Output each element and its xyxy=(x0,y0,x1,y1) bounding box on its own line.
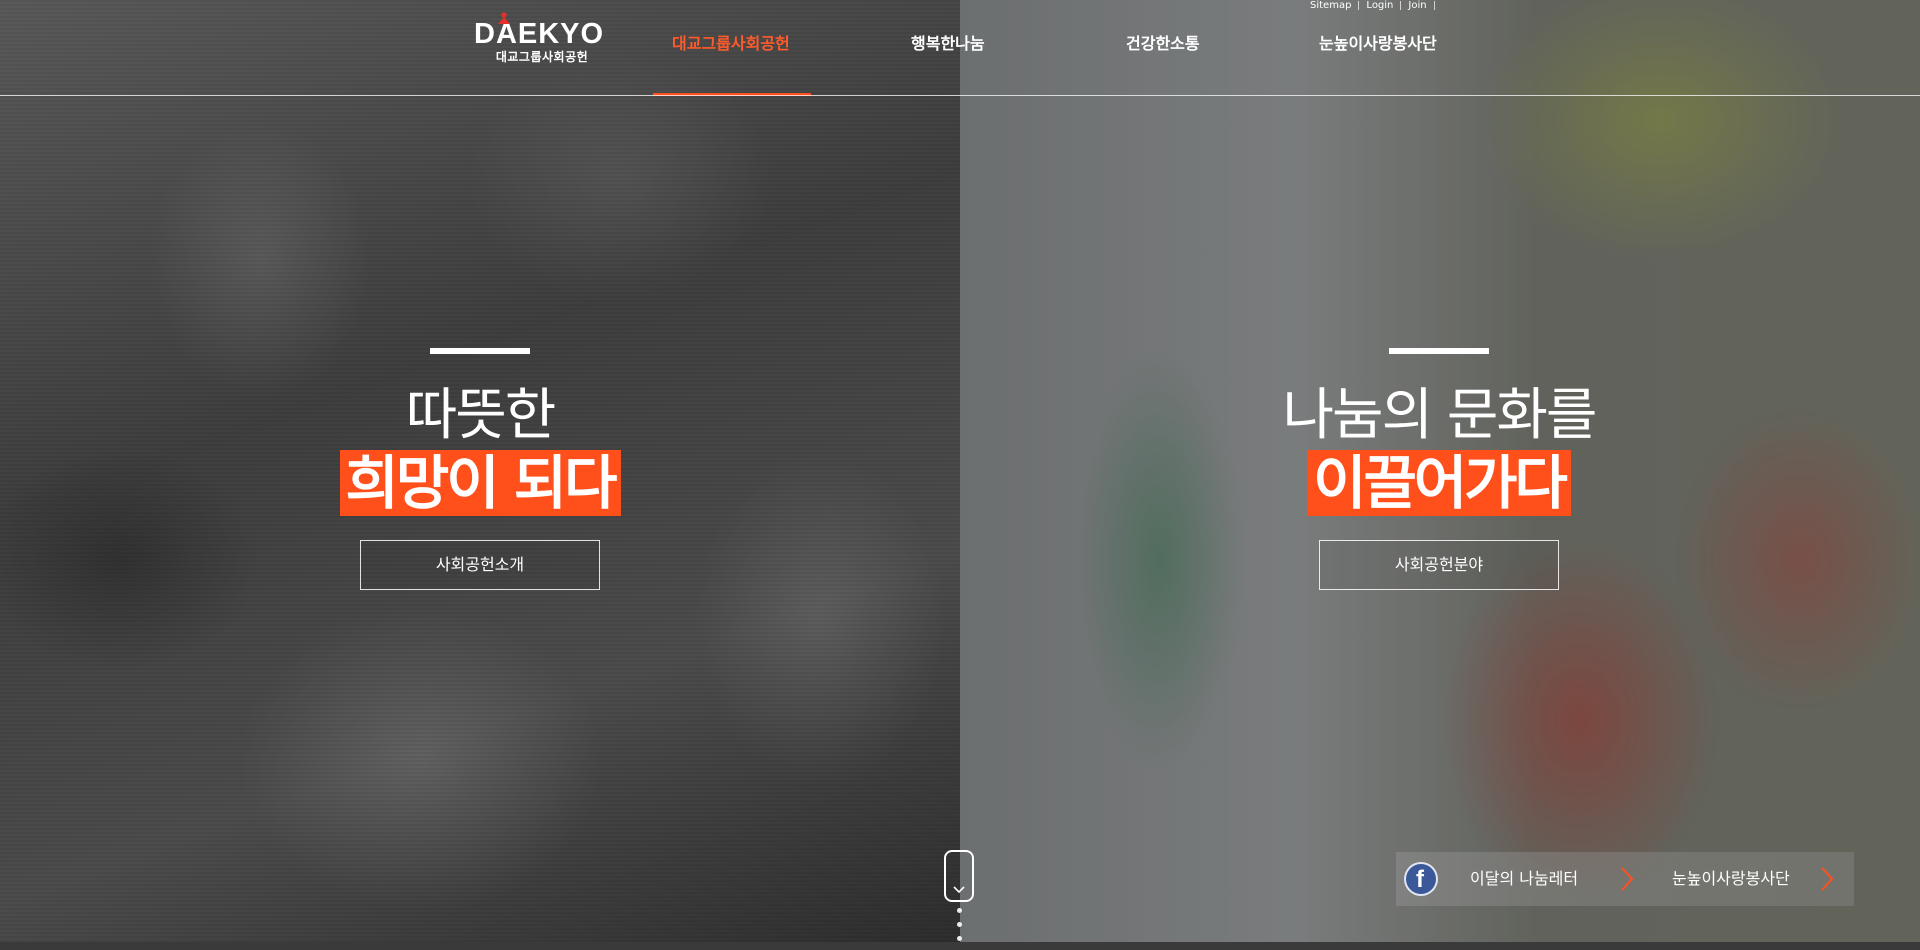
sitemap-link[interactable]: Sitemap xyxy=(1310,0,1351,11)
header-divider xyxy=(0,95,1920,96)
facebook-icon[interactable]: f xyxy=(1404,862,1438,896)
hero-right-highlight: 이끌어가다 xyxy=(1307,450,1571,516)
hero-right-headline: 나눔의 문화를 xyxy=(1282,383,1598,448)
logo-subtitle: 대교그룹사회공헌 xyxy=(495,50,589,64)
divider xyxy=(1433,0,1435,10)
divider xyxy=(1358,0,1360,10)
join-link[interactable]: Join xyxy=(1408,0,1426,11)
logo-wordmark: DAEKYO xyxy=(474,18,605,50)
hero-left-headline: 따뜻한 xyxy=(405,383,557,448)
fields-button[interactable]: 사회공헌분야 xyxy=(1319,540,1559,590)
chevron-right-icon xyxy=(1821,867,1834,891)
hero-left: 따뜻한 희망이 되다 사회공헌소개 xyxy=(270,348,690,590)
newsletter-link[interactable]: 이달의 나눔레터 xyxy=(1470,852,1578,906)
scroll-down-button[interactable] xyxy=(944,850,974,902)
nav-item-happy-sharing[interactable]: 행복한나눔 xyxy=(911,30,985,54)
divider xyxy=(1400,0,1402,10)
nav-item-healthy-communication[interactable]: 건강한소통 xyxy=(1126,30,1200,54)
nav-item-volunteer-group[interactable]: 눈높이사랑봉사단 xyxy=(1319,30,1437,54)
hero-left-highlight: 희망이 되다 xyxy=(339,450,621,516)
scroll-dot xyxy=(957,922,962,927)
logo-figure-icon xyxy=(498,12,510,24)
chevron-right-icon xyxy=(1621,867,1634,891)
hero-decor-bar xyxy=(1389,348,1489,354)
site-header: DAEKYO 대교그룹사회공헌 대교그룹사회공헌 행복한나눔 건강한소통 눈높이… xyxy=(0,0,1920,96)
intro-button[interactable]: 사회공헌소개 xyxy=(360,540,600,590)
hero-decor-bar xyxy=(430,348,530,354)
scroll-dot xyxy=(957,936,962,941)
nav-item-social-contribution[interactable]: 대교그룹사회공헌 xyxy=(672,30,790,54)
chevron-down-icon xyxy=(953,886,965,894)
scroll-dots xyxy=(957,908,963,950)
utility-links: Sitemap Login Join xyxy=(1310,0,1442,14)
login-link[interactable]: Login xyxy=(1366,0,1393,11)
daekyo-logo[interactable]: DAEKYO 대교그룹사회공헌 xyxy=(474,12,605,70)
scroll-dot xyxy=(957,908,962,913)
hero-right: 나눔의 문화를 이끌어가다 사회공헌분야 xyxy=(1229,348,1649,590)
volunteer-link[interactable]: 눈높이사랑봉사단 xyxy=(1672,852,1790,906)
quick-links-bar: f 이달의 나눔레터 눈높이사랑봉사단 xyxy=(1396,852,1854,906)
